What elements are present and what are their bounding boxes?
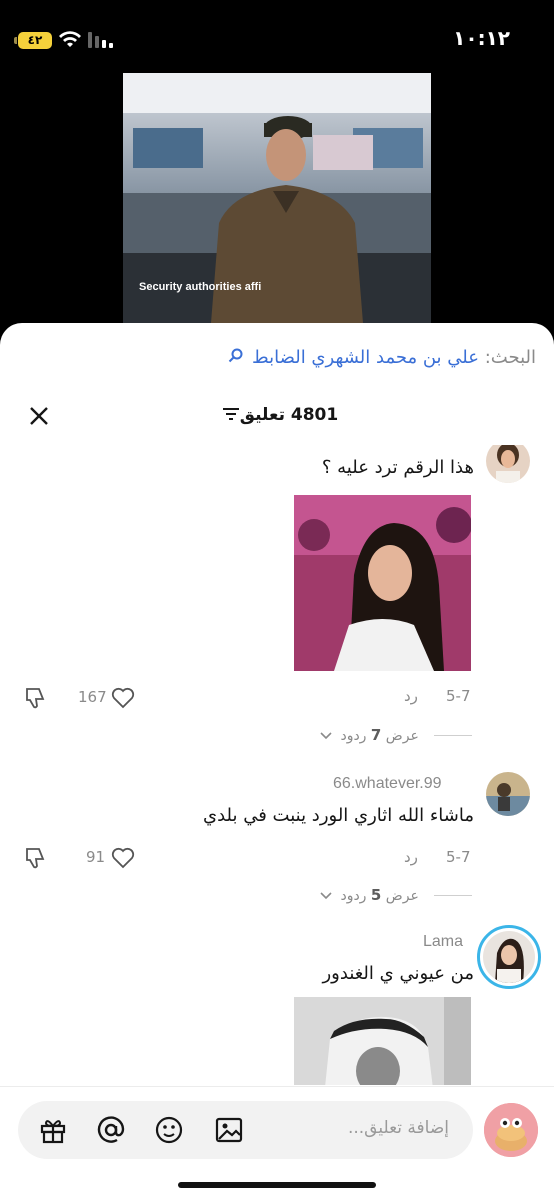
- chevron-down-icon: [320, 732, 332, 740]
- reply-button[interactable]: رد: [404, 848, 418, 866]
- view-replies-button[interactable]: عرض 5 ردود: [320, 886, 419, 904]
- heart-icon[interactable]: [110, 685, 136, 711]
- heart-icon[interactable]: [110, 845, 136, 871]
- replies-divider: [434, 895, 472, 896]
- comment-input-placeholder: إضافة تعليق...: [347, 1118, 449, 1138]
- dislike-icon[interactable]: [22, 685, 48, 711]
- comments-sheet: البحث: علي بن محمد الشهري الضابط 4801 تع…: [0, 323, 554, 1199]
- cellular-signal-icon: [88, 32, 113, 48]
- comment-count: 4801 تعليق: [239, 405, 339, 425]
- view-replies-prefix: عرض: [385, 728, 419, 744]
- search-suggestion[interactable]: البحث: علي بن محمد الشهري الضابط: [228, 347, 536, 368]
- chevron-down-icon: [320, 892, 332, 900]
- comment-time: 5-7: [446, 848, 471, 866]
- view-replies-prefix: عرض: [385, 888, 419, 904]
- comment-text: ماشاء الله اثاري الورد ينبت في بلدي: [202, 805, 474, 826]
- dislike-icon[interactable]: [22, 845, 48, 871]
- comment-gif-image[interactable]: [294, 997, 471, 1085]
- username[interactable]: Lama: [423, 933, 463, 951]
- battery-indicator: ٤٢: [14, 32, 52, 49]
- comments-header: 4801 تعليق: [0, 399, 554, 435]
- video-player[interactable]: Security authorities affi: [123, 73, 431, 323]
- view-replies-suffix: ردود: [340, 728, 367, 744]
- view-replies-button[interactable]: عرض 7 ردود: [320, 726, 419, 744]
- view-replies-suffix: ردود: [340, 888, 367, 904]
- home-indicator: [178, 1182, 376, 1188]
- mention-at-icon[interactable]: [96, 1115, 126, 1145]
- view-replies-count: 5: [370, 886, 382, 904]
- status-time: ١٠:١٢: [453, 26, 510, 50]
- avatar[interactable]: [486, 445, 530, 483]
- like-count: 167: [78, 688, 107, 706]
- comments-list: هذا الرقم ترد عليه ؟ 5-7 رد 167 عرض 7 رد…: [0, 445, 554, 1085]
- avatar[interactable]: [486, 772, 530, 816]
- avatar-story-ring[interactable]: [477, 925, 541, 989]
- status-bar: ٤٢ ١٠:١٢: [0, 0, 554, 70]
- gift-icon[interactable]: [38, 1115, 68, 1145]
- comment-text: من عيوني ي الغندور: [322, 963, 474, 984]
- search-label: البحث:: [484, 347, 536, 368]
- comment-input[interactable]: إضافة تعليق...: [18, 1101, 473, 1159]
- sort-filter-icon: [222, 408, 239, 420]
- comment-gif-image[interactable]: [294, 495, 471, 671]
- emoji-sticker-icon[interactable]: [154, 1115, 184, 1145]
- replies-divider: [434, 735, 472, 736]
- reply-button[interactable]: رد: [404, 687, 418, 705]
- search-query-link[interactable]: علي بن محمد الشهري الضابط: [252, 347, 479, 368]
- video-caption: Security authorities affi: [139, 281, 262, 293]
- comment-count-title[interactable]: 4801 تعليق: [0, 405, 554, 425]
- my-avatar[interactable]: [484, 1103, 538, 1157]
- comment-text: هذا الرقم ترد عليه ؟: [321, 457, 474, 478]
- image-picker-icon[interactable]: [214, 1115, 244, 1145]
- view-replies-count: 7: [370, 726, 382, 744]
- search-icon: [229, 348, 243, 363]
- comment-input-bar: إضافة تعليق...: [0, 1086, 554, 1199]
- comment-time: 5-7: [446, 687, 471, 705]
- wifi-icon: [59, 31, 81, 47]
- username[interactable]: 66.whatever.99: [333, 775, 442, 793]
- like-count: 91: [86, 848, 106, 866]
